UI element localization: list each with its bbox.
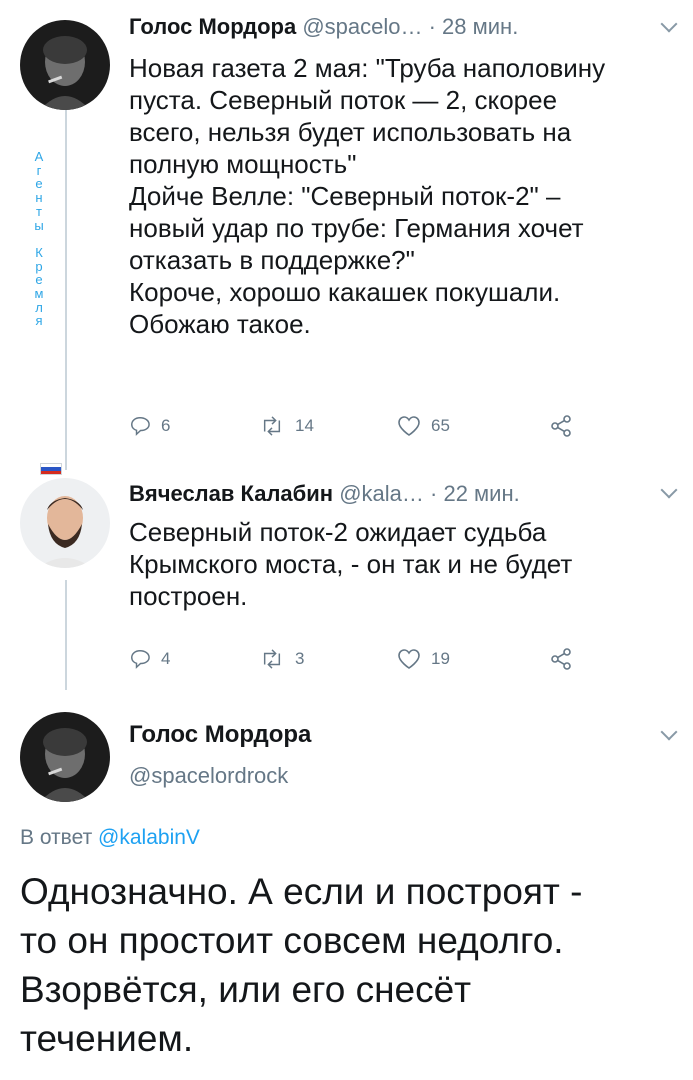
chevron-down-icon[interactable] [660,481,678,499]
chevron-down-icon[interactable] [660,723,678,741]
tweet-header: Вячеслав Калабин @kala… · 22 мин. [129,481,653,507]
reply-count: 6 [161,416,171,435]
author-name[interactable]: Голос Мордора [129,721,311,749]
retweet-count: 14 [295,416,314,435]
author-name[interactable]: Голос Мордора [129,14,296,39]
reply-prefix: В ответ [20,826,93,849]
retweet-button[interactable]: 14 [259,411,314,441]
like-icon [398,416,420,436]
author-handle[interactable]: @spacelo… [302,14,422,39]
reply-icon [131,417,150,436]
retweet-button[interactable]: 3 [259,644,304,674]
russian-flag-icon [40,463,62,475]
reply-button[interactable]: 6 [129,411,170,441]
like-icon [398,649,420,669]
tweet-actions: 4 3 19 [129,644,589,674]
reply-button[interactable]: 4 [129,644,170,674]
reply-context: В ответ @kalabinV [20,826,200,850]
avatar[interactable] [20,478,110,568]
like-count: 19 [431,649,450,668]
thread-line-bottom [65,580,67,690]
side-label: А г е н т ы К р е м л я [34,149,44,329]
avatar[interactable] [20,712,110,802]
like-count: 65 [431,416,450,435]
tweet-actions: 6 14 65 [129,411,589,441]
retweet-count: 3 [295,649,305,668]
chevron-down-icon[interactable] [660,15,678,33]
share-button[interactable] [549,411,573,441]
reply-mention-link[interactable]: @kalabinV [98,826,200,849]
timestamp[interactable]: · 22 мин. [430,481,520,506]
share-icon [551,648,571,670]
like-button[interactable]: 19 [397,644,450,674]
author-name[interactable]: Вячеслав Калабин [129,481,333,506]
share-button[interactable] [549,644,573,674]
author-handle[interactable]: @spacelordrock [129,763,288,789]
retweet-icon [263,416,281,436]
reply-icon [131,650,150,669]
like-button[interactable]: 65 [397,411,450,441]
author-handle[interactable]: @kala… [339,481,424,506]
retweet-icon [263,649,281,669]
tweet-text: Северный поток-2 ожидает судьба Крымског… [129,517,573,611]
reply-count: 4 [161,649,171,668]
tweet-text: Новая газета 2 мая: "Труба наполовину пу… [129,53,606,339]
main-tweet-text: Однозначно. А если и построят - то он пр… [20,871,583,1059]
share-icon [551,415,571,437]
tweet-header: Голос Мордора @spacelo… · 28 мин. [129,14,653,40]
avatar[interactable] [20,20,110,110]
thread-line-top [65,100,67,470]
timestamp[interactable]: · 28 мин. [429,14,519,39]
